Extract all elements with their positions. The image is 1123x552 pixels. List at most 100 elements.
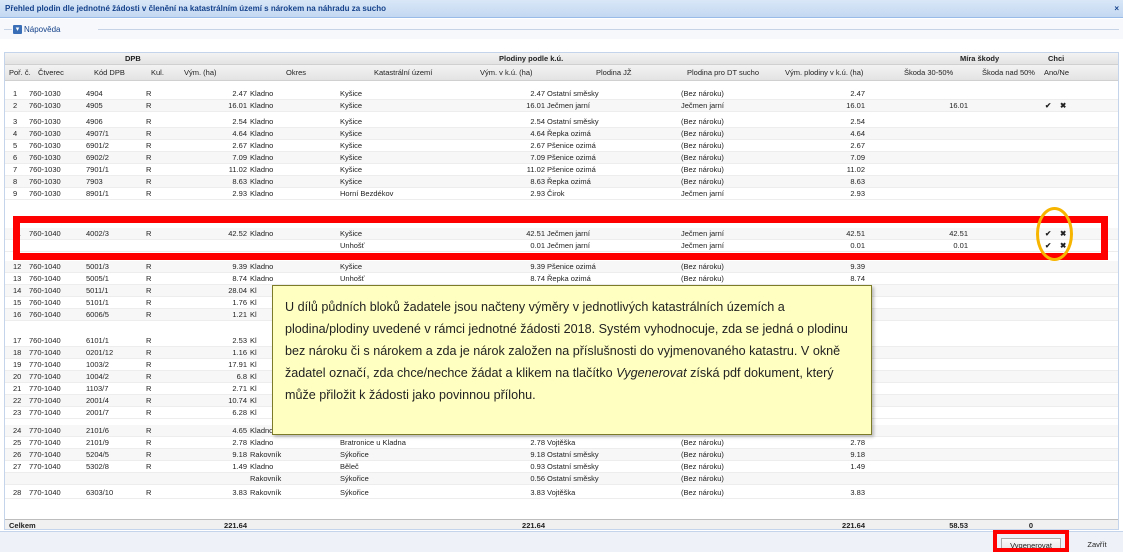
cell-plodina: Pšenice ozimá xyxy=(547,141,596,150)
cell-ku: Unhošť xyxy=(340,274,365,283)
table-row[interactable]: 7 760-1030 7901/1 R 11.02 Kladno Kyšice 11.02 Pš… xyxy=(5,164,1118,176)
reject-cross-icon[interactable]: ✖ xyxy=(1060,228,1072,240)
cell-kul: R xyxy=(146,229,152,238)
accept-check-icon[interactable]: ✔ xyxy=(1045,240,1057,252)
cell-kul: R xyxy=(146,372,152,381)
cell-kod: 5101/1 xyxy=(86,298,109,307)
group-header-mira: Míra škody xyxy=(960,54,1000,63)
cell-ctverec: 760-1030 xyxy=(29,101,61,110)
table-row[interactable]: 8 760-1030 7903 R 8.63 Kladno Kyšice 8.63 Řepka … xyxy=(5,176,1118,188)
table-row[interactable]: 3 760-1030 4906 R 2.54 Kladno Kyšice 2.54 Ostatn… xyxy=(5,116,1118,128)
cell-vymku: 0.93 xyxy=(530,462,545,471)
col-header-ctverec[interactable]: Čtverec xyxy=(38,65,64,81)
table-row[interactable]: 27 770-1040 5302/8 R 1.49 Kladno Běleč 0.93 Osta… xyxy=(5,461,1118,473)
group-header-dpb: DPB xyxy=(125,54,141,63)
callout-text-emph: Vygenerovat xyxy=(616,366,687,380)
table-row[interactable]: 1 760-1030 4904 R 2.47 Kladno Kyšice 2.47 Ostatn… xyxy=(5,88,1118,100)
table-row[interactable]: 4 760-1030 4907/1 R 4.64 Kladno Kyšice 4.64 Řepk… xyxy=(5,128,1118,140)
cell-okres: Rakovník xyxy=(250,488,282,497)
cell-ctverec: 770-1040 xyxy=(29,408,61,417)
col-header-por[interactable]: Poř. č. xyxy=(9,65,31,81)
cell-ku: Unhošť xyxy=(340,241,365,250)
close-button[interactable]: Zavřít xyxy=(1077,538,1117,552)
col-header-okres[interactable]: Okres xyxy=(286,65,306,81)
cell-okres: Kladno xyxy=(250,274,274,283)
cell-vympl: 2.93 xyxy=(850,189,865,198)
close-icon[interactable]: × xyxy=(1114,0,1119,18)
cell-ku: Sýkořice xyxy=(340,450,369,459)
reject-cross-icon[interactable]: ✖ xyxy=(1060,100,1072,112)
cell-kod: 2001/7 xyxy=(86,408,109,417)
cell-kod: 6901/2 xyxy=(86,141,109,150)
table-row[interactable]: 28 770-1040 6303/10 R 3.83 Rakovník Sýkořice 3.… xyxy=(5,487,1118,499)
button-bar xyxy=(0,531,1123,552)
cell-okres: Kladno xyxy=(250,141,274,150)
reject-cross-icon[interactable]: ✖ xyxy=(1060,240,1072,252)
cell-kul: R xyxy=(146,438,152,447)
col-header-s50[interactable]: Škoda nad 50% xyxy=(982,65,1035,81)
table-row[interactable]: 13 760-1040 5005/1 R 8.74 Kladno Unhošť 8.74 Řep… xyxy=(5,273,1118,285)
cell-vymku: 9.39 xyxy=(530,262,545,271)
col-header-ano[interactable]: Ano/Ne xyxy=(1044,65,1069,81)
cell-vymku: 16.01 xyxy=(526,101,545,110)
col-header-kul[interactable]: Kul. xyxy=(151,65,164,81)
accept-check-icon[interactable]: ✔ xyxy=(1045,228,1057,240)
cell-kod: 2001/4 xyxy=(86,396,109,405)
cell-kod: 4907/1 xyxy=(86,129,109,138)
cell-kod: 7903 xyxy=(86,177,103,186)
table-row[interactable]: 26 770-1040 5204/5 R 9.18 Rakovník Sýkořice 9.1… xyxy=(5,449,1118,461)
cell-ku: Bratronice u Kladna xyxy=(340,438,406,447)
table-row[interactable]: 12 760-1040 5001/3 R 9.39 Kladno Kyšice 9.39 Pše… xyxy=(5,261,1118,273)
cell-okres: Kladno xyxy=(250,165,274,174)
cell-dt: (Bez nároku) xyxy=(681,177,724,186)
cell-kod: 2101/9 xyxy=(86,438,109,447)
table-row[interactable]: 5 760-1030 6901/2 R 2.67 Kladno Kyšice 2.67 Pšen… xyxy=(5,140,1118,152)
col-header-plodina[interactable]: Plodina JŽ xyxy=(596,65,631,81)
cell-ctverec: 760-1030 xyxy=(29,129,61,138)
col-header-vym[interactable]: Vým. (ha) xyxy=(184,65,217,81)
generate-button[interactable]: Vygenerovat xyxy=(1001,538,1061,552)
table-row[interactable]: 11 760-1040 4002/3 R 42.52 Kladno Kyšice 42.51 J… xyxy=(5,228,1118,240)
cell-vymku: 7.09 xyxy=(530,153,545,162)
help-label: Nápověda xyxy=(24,24,61,34)
col-header-vymku[interactable]: Vým. v k.ú. (ha) xyxy=(480,65,533,81)
cell-kod: 6006/5 xyxy=(86,310,109,319)
cell-plodina: Řepka ozimá xyxy=(547,129,591,138)
cell-ku: Horní Bezdékov xyxy=(340,189,394,198)
table-row[interactable]: 25 770-1040 2101/9 R 2.78 Kladno Bratronice u … xyxy=(5,437,1118,449)
help-toggle[interactable]: ▾ Nápověda xyxy=(13,23,60,35)
cell-ctverec: 770-1040 xyxy=(29,360,61,369)
col-header-s30[interactable]: Škoda 30-50% xyxy=(904,65,953,81)
table-row[interactable]: 2 760-1030 4905 R 16.01 Kladno Kyšice 16.01 Ječm… xyxy=(5,100,1118,112)
cell-vympl: 42.51 xyxy=(846,229,865,238)
cell-plodina: Ostatní směsky xyxy=(547,450,599,459)
cell-ctverec: 770-1040 xyxy=(29,450,61,459)
cell-vympl: 2.54 xyxy=(850,117,865,126)
cell-vym: 6.8 xyxy=(236,372,247,381)
cell-kul: R xyxy=(146,336,152,345)
cell-vym: 2.93 xyxy=(232,189,247,198)
cell-plodina: Pšenice ozimá xyxy=(547,262,596,271)
cell-vympl: 1.49 xyxy=(850,462,865,471)
col-header-dt[interactable]: Plodina pro DT sucho xyxy=(687,65,759,81)
totals-vympl: 221.64 xyxy=(842,521,865,530)
cell-vympl: 4.64 xyxy=(850,129,865,138)
table-row[interactable]: 6 760-1030 6902/2 R 7.09 Kladno Kyšice 7.09 Pšen… xyxy=(5,152,1118,164)
cell-kod: 1003/2 xyxy=(86,360,109,369)
accept-check-icon[interactable]: ✔ xyxy=(1045,100,1057,112)
col-header-kod[interactable]: Kód DPB xyxy=(94,65,125,81)
cell-dt: Ječmen jarní xyxy=(681,189,724,198)
cell-kod: 5005/1 xyxy=(86,274,109,283)
table-row[interactable]: Rakovník Sýkořice 0.56 Ostatní směsky (Bez n… xyxy=(5,473,1118,485)
cell-ctverec: 760-1030 xyxy=(29,89,61,98)
cell-kul: R xyxy=(146,129,152,138)
col-header-vympl[interactable]: Vým. plodiny v k.ú. (ha) xyxy=(785,65,863,81)
cell-vym: 11.02 xyxy=(228,165,247,174)
cell-vym: 42.52 xyxy=(228,229,247,238)
cell-kul: R xyxy=(146,310,152,319)
table-row[interactable]: 9 760-1030 8901/1 R 2.93 Kladno Horní Bezdékov… xyxy=(5,188,1118,200)
cell-ctverec: 770-1040 xyxy=(29,488,61,497)
table-row[interactable]: Unhošť 0.01 Ječmen jarní Ječmen jarní 0.01 0.… xyxy=(5,240,1118,252)
cell-kod: 6902/2 xyxy=(86,153,109,162)
col-header-ku[interactable]: Katastrální území xyxy=(374,65,432,81)
